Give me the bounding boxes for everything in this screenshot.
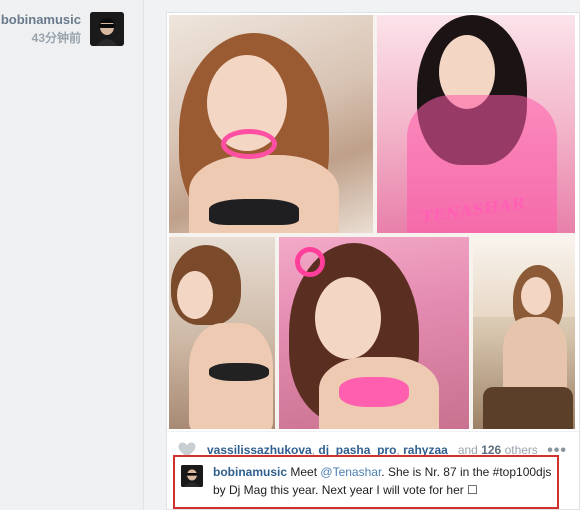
comment-username[interactable]: bobinamusic: [213, 465, 287, 479]
caption-comment: bobinamusic Meet @Tenashar. She is Nr. 8…: [173, 455, 559, 509]
comment-avatar[interactable]: [181, 465, 203, 487]
post-photo-collage[interactable]: TENASHAR: [169, 15, 575, 429]
collage-photo-3: [169, 237, 275, 429]
collage-photo-4: [279, 237, 469, 429]
comment-pre: Meet: [290, 465, 318, 479]
avatar[interactable]: [90, 12, 124, 46]
column-divider: [143, 0, 144, 510]
comment-avatar-image: [181, 465, 203, 487]
comment-mention[interactable]: @Tenashar: [320, 465, 381, 479]
collage-photo-2: TENASHAR: [377, 15, 575, 233]
post-card: TENASHAR vassilissazhukova, dj_pasha_pro…: [166, 12, 580, 510]
post-timestamp[interactable]: 43分钟前: [1, 29, 81, 46]
collage-photo-5: [473, 237, 575, 429]
collage-photo-1: [169, 15, 373, 233]
avatar-image: [90, 12, 124, 46]
post-meta-column: bobinamusic 43分钟前: [0, 0, 143, 510]
comment-text: bobinamusic Meet @Tenashar. She is Nr. 8…: [213, 463, 553, 499]
post-meta: bobinamusic 43分钟前: [1, 12, 81, 46]
post-username[interactable]: bobinamusic: [1, 12, 81, 27]
